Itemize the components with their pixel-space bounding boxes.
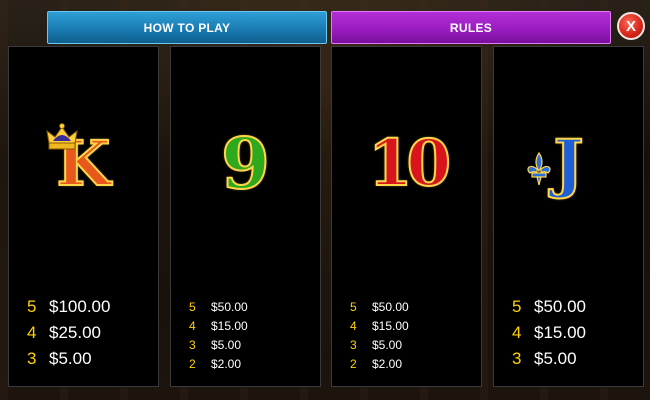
pay-count: 5 — [27, 297, 37, 316]
symbol-k: K — [9, 119, 158, 209]
pay-count: 2 — [189, 357, 196, 371]
paytable-k: 5 $100.00 4 $25.00 3 $5.00 — [27, 297, 152, 375]
pay-amount: $5.00 — [372, 338, 403, 352]
paytable-panel-k: K 5 $100.00 4 $25.00 3 $5.00 — [8, 46, 159, 387]
close-button[interactable]: X — [617, 12, 645, 40]
pay-count: 5 — [189, 300, 196, 314]
pay-row: 2 $2.00 — [189, 357, 314, 376]
pay-count: 3 — [27, 349, 37, 368]
tab-rules[interactable]: RULES — [331, 11, 611, 44]
pay-amount: $100.00 — [49, 297, 111, 316]
pay-count: 2 — [350, 357, 357, 371]
pay-amount: $15.00 — [534, 323, 586, 342]
pay-row: 3 $5.00 — [350, 338, 475, 357]
symbol-glyph: 9 — [220, 122, 271, 205]
pay-row: 3 $5.00 — [189, 338, 314, 357]
paytable-panel-j: J 5 $50.00 4 $15.00 3 $5.00 — [493, 46, 644, 387]
pay-amount: $2.00 — [372, 357, 403, 371]
fleur-de-lis-icon — [527, 151, 551, 186]
pay-row: 3 $5.00 — [512, 349, 637, 375]
tab-how-to-play[interactable]: HOW TO PLAY — [47, 11, 327, 44]
pay-row: 4 $15.00 — [350, 319, 475, 338]
pay-count: 5 — [350, 300, 357, 314]
paytable-9: 5 $50.00 4 $15.00 3 $5.00 2 $2.00 — [189, 300, 314, 376]
pay-count: 3 — [189, 338, 196, 352]
pay-row: 4 $25.00 — [27, 323, 152, 349]
paytable-panel-9: 9 5 $50.00 4 $15.00 3 $5.00 2 $2.00 — [170, 46, 321, 387]
pay-row: 5 $100.00 — [27, 297, 152, 323]
pay-count: 4 — [189, 319, 196, 333]
pay-amount: $25.00 — [49, 323, 101, 342]
pay-count: 4 — [350, 319, 357, 333]
pay-count: 3 — [512, 349, 522, 368]
pay-row: 5 $50.00 — [512, 297, 637, 323]
symbol-glyph: J — [552, 126, 584, 201]
pay-count: 3 — [350, 338, 357, 352]
pay-amount: $5.00 — [49, 349, 92, 368]
symbol-10: 10 — [332, 119, 481, 209]
pay-amount: $15.00 — [372, 319, 409, 333]
king-crown-icon — [46, 123, 78, 150]
pay-count: 4 — [512, 323, 522, 342]
pay-row: 2 $2.00 — [350, 357, 475, 376]
pay-amount: $15.00 — [211, 319, 248, 333]
pay-amount: $5.00 — [534, 349, 577, 368]
pay-count: 4 — [27, 323, 37, 342]
pay-amount: $50.00 — [534, 297, 586, 316]
pay-row: 4 $15.00 — [512, 323, 637, 349]
pay-row: 3 $5.00 — [27, 349, 152, 375]
symbol-j: J — [494, 119, 643, 209]
pay-amount: $50.00 — [211, 300, 248, 314]
pay-amount: $2.00 — [211, 357, 242, 371]
pay-row: 4 $15.00 — [189, 319, 314, 338]
symbol-9: 9 — [171, 119, 320, 209]
pay-count: 5 — [512, 297, 522, 316]
paytable-panel-10: 10 5 $50.00 4 $15.00 3 $5.00 2 $2.00 — [331, 46, 482, 387]
pay-row: 5 $50.00 — [189, 300, 314, 319]
paytable-10: 5 $50.00 4 $15.00 3 $5.00 2 $2.00 — [350, 300, 475, 376]
pay-amount: $50.00 — [372, 300, 409, 314]
pay-row: 5 $50.00 — [350, 300, 475, 319]
paytable-j: 5 $50.00 4 $15.00 3 $5.00 — [512, 297, 637, 375]
close-icon: X — [625, 17, 636, 35]
pay-amount: $5.00 — [211, 338, 242, 352]
symbol-glyph: 10 — [367, 126, 452, 201]
